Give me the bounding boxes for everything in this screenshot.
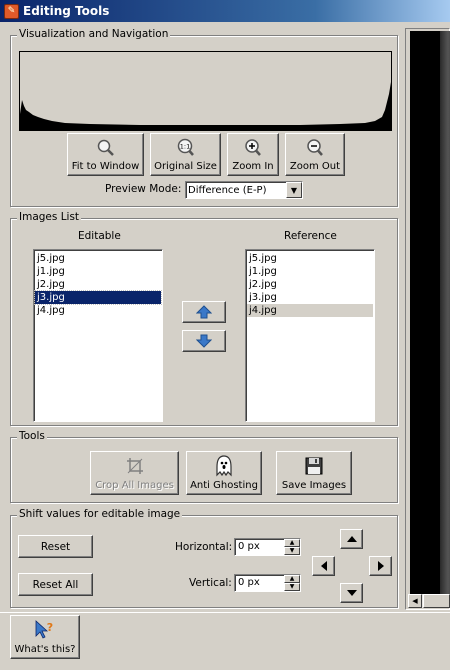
fit-to-window-label: Fit to Window (71, 161, 140, 172)
shift-values-legend: Shift values for editable image (17, 508, 183, 520)
horizontal-label: Horizontal: (175, 541, 233, 553)
images-list-legend: Images List (17, 211, 82, 223)
arrow-up-icon (196, 305, 212, 319)
save-images-button[interactable]: Save Images (276, 451, 352, 495)
horizontal-decrement-button[interactable]: ▼ (284, 547, 300, 555)
scroll-left-button[interactable]: ◀ (408, 594, 422, 608)
crop-icon (126, 458, 143, 474)
zoom-1to1-icon: 1:1 (177, 138, 194, 156)
triangle-up-icon (346, 536, 357, 542)
editable-list-item[interactable]: j5.jpg (35, 252, 161, 265)
chevron-down-icon[interactable]: ▼ (286, 182, 302, 198)
preview-mode-select[interactable]: Difference (E-P) ▼ (185, 181, 303, 199)
vertical-decrement-button[interactable]: ▼ (284, 583, 300, 591)
tools-group: Tools Crop All Images Anti Ghosting Save… (10, 430, 398, 503)
ghost-icon (216, 455, 232, 477)
reference-list[interactable]: j5.jpg j1.jpg j2.jpg j3.jpg j4.jpg (245, 249, 375, 422)
move-down-button[interactable] (182, 330, 226, 352)
horizontal-value[interactable]: 0 px (235, 539, 284, 555)
reference-list-item[interactable]: j2.jpg (247, 278, 373, 291)
svg-text:1:1: 1:1 (179, 142, 189, 150)
magnifier-icon (97, 139, 114, 156)
horizontal-increment-button[interactable]: ▲ (284, 539, 300, 547)
vertical-increment-button[interactable]: ▲ (284, 575, 300, 583)
vertical-label: Vertical: (189, 577, 232, 589)
crop-all-images-button[interactable]: Crop All Images (90, 451, 179, 495)
whats-this-icon: ? (35, 620, 53, 639)
original-size-label: Original Size (154, 161, 217, 172)
preview-image (440, 31, 450, 596)
preview-mode-value: Difference (E-P) (188, 184, 267, 196)
triangle-down-icon (346, 590, 357, 596)
title-bar: ✎ Editing Tools (0, 0, 450, 22)
editable-list-item[interactable]: j2.jpg (35, 278, 161, 291)
zoom-in-label: Zoom In (232, 161, 274, 172)
zoom-in-icon (245, 138, 261, 156)
reset-button[interactable]: Reset (18, 535, 93, 558)
vertical-spinbox[interactable]: 0 px ▲ ▼ (234, 574, 301, 592)
reset-all-button[interactable]: Reset All (18, 573, 93, 596)
reference-list-item-selected[interactable]: j4.jpg (247, 304, 373, 317)
preview-canvas[interactable] (410, 31, 450, 596)
editable-header: Editable (78, 230, 121, 242)
editable-list[interactable]: j5.jpg j1.jpg j2.jpg j3.jpg j4.jpg (33, 249, 163, 422)
visualization-legend: Visualization and Navigation (17, 28, 171, 40)
shift-right-button[interactable] (369, 556, 392, 576)
vertical-value[interactable]: 0 px (235, 575, 284, 591)
scroll-thumb[interactable] (423, 594, 450, 608)
fit-to-window-button[interactable]: Fit to Window (67, 133, 144, 176)
original-size-button[interactable]: 1:1 Original Size (150, 133, 221, 176)
window-title: Editing Tools (23, 4, 110, 18)
whats-this-button[interactable]: ? What's this? (10, 615, 80, 659)
svg-text:?: ? (47, 621, 53, 634)
anti-ghosting-label: Anti Ghosting (190, 480, 258, 491)
reference-list-item[interactable]: j1.jpg (247, 265, 373, 278)
shift-down-button[interactable] (340, 583, 363, 603)
zoom-out-icon (307, 138, 323, 156)
editable-list-item-selected[interactable]: j3.jpg (34, 290, 162, 305)
move-up-button[interactable] (182, 301, 226, 323)
crop-all-images-label: Crop All Images (95, 480, 174, 491)
floppy-disk-icon (305, 457, 323, 475)
shift-up-button[interactable] (340, 529, 363, 549)
triangle-right-icon (377, 561, 384, 571)
histogram-plot (20, 82, 391, 130)
save-images-label: Save Images (281, 480, 347, 491)
anti-ghosting-button[interactable]: Anti Ghosting (186, 451, 262, 495)
arrow-down-icon (196, 334, 212, 348)
triangle-left-icon (320, 561, 327, 571)
zoom-out-button[interactable]: Zoom Out (285, 133, 345, 176)
horizontal-spinbox[interactable]: 0 px ▲ ▼ (234, 538, 301, 556)
horizontal-scrollbar[interactable]: ◀ (408, 594, 450, 608)
histogram (19, 51, 392, 131)
shift-left-button[interactable] (312, 556, 335, 576)
editable-list-item[interactable]: j4.jpg (35, 304, 161, 317)
shift-values-group: Shift values for editable image Reset Re… (10, 508, 398, 608)
reference-list-item[interactable]: j3.jpg (247, 291, 373, 304)
images-list-group: Images List Editable Reference j5.jpg j1… (10, 211, 398, 426)
visualization-group: Visualization and Navigation Fit to Wind… (10, 28, 398, 207)
reference-header: Reference (284, 230, 337, 242)
reference-list-item[interactable]: j5.jpg (247, 252, 373, 265)
zoom-out-label: Zoom Out (289, 161, 341, 172)
preview-mode-label: Preview Mode: (105, 183, 182, 195)
tools-legend: Tools (17, 430, 47, 442)
image-preview-panel[interactable]: ◀ (405, 28, 450, 610)
app-icon: ✎ (4, 3, 19, 19)
zoom-in-button[interactable]: Zoom In (227, 133, 279, 176)
editable-list-item[interactable]: j1.jpg (35, 265, 161, 278)
whats-this-label: What's this? (14, 644, 76, 655)
